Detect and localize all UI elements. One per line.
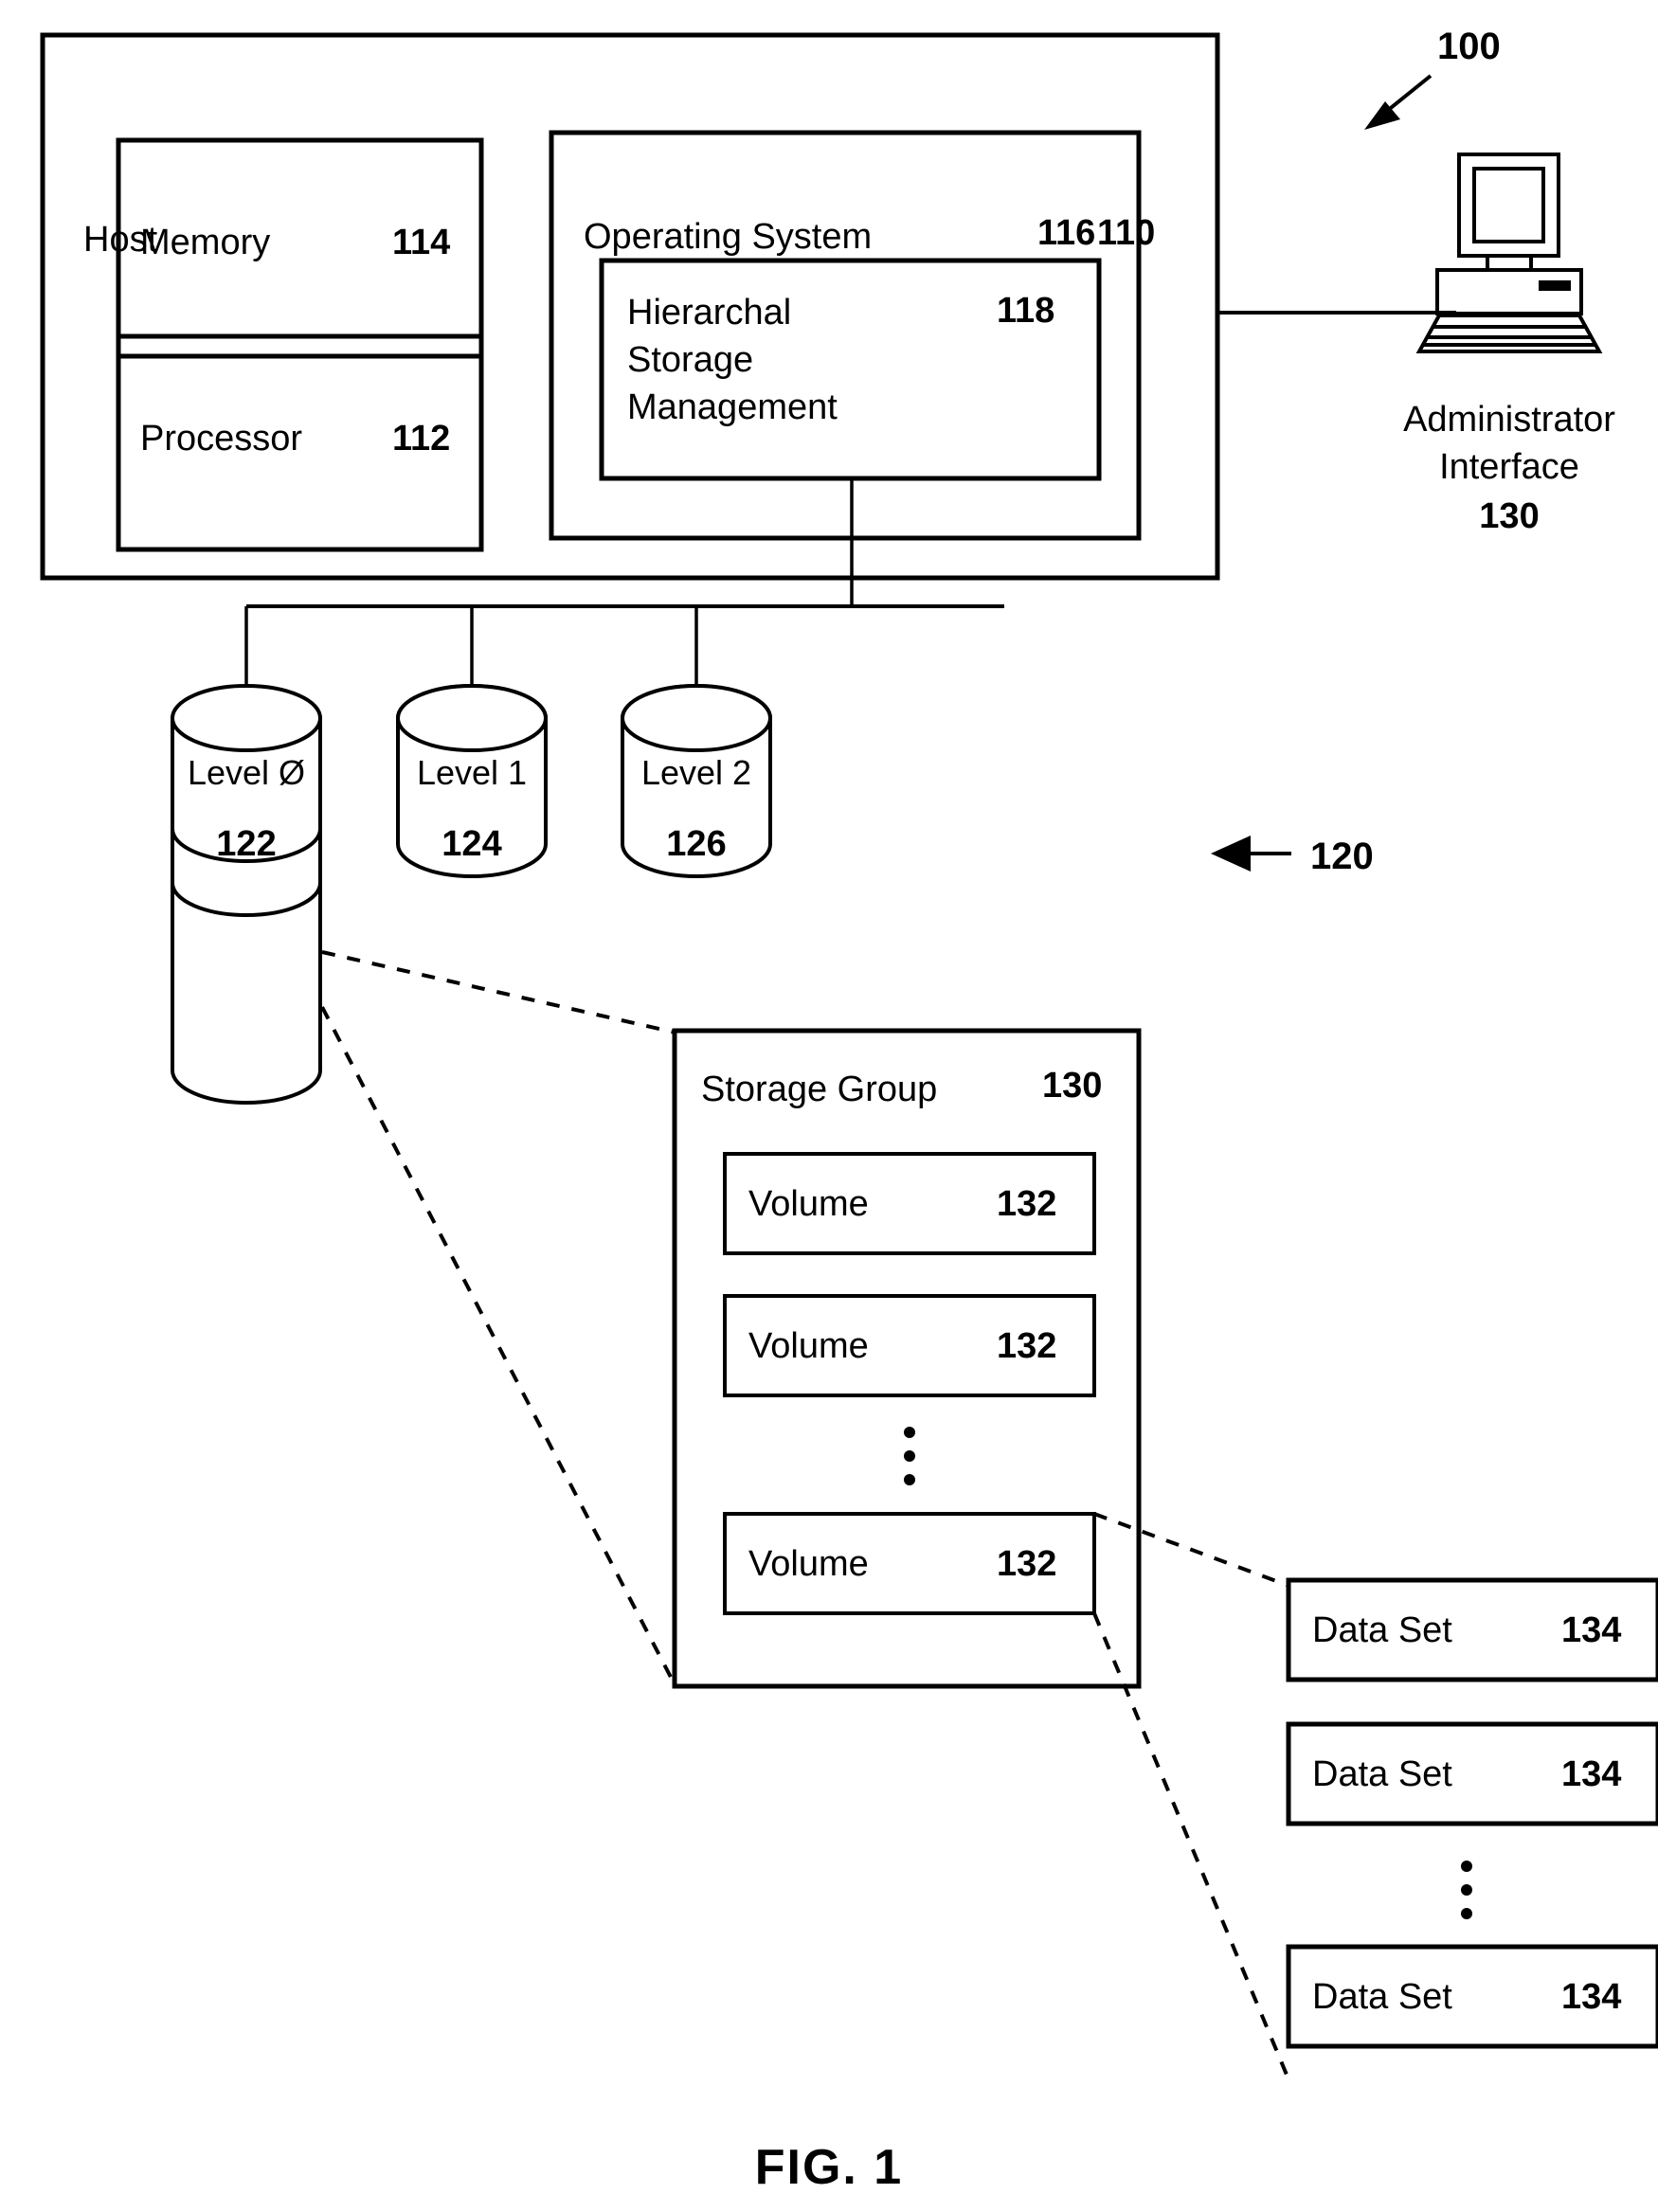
dataset-leader-lower: [1092, 1612, 1289, 2076]
data-set-label-3: Data Set: [1312, 1977, 1452, 2017]
level-2-label: Level 2: [641, 753, 751, 792]
volume-ref-2: 132: [997, 1326, 1056, 1366]
data-set-list: Data Set 134 Data Set 134 Data Set 134: [1286, 1577, 1658, 2049]
level0-to-storage-group-leaders: [320, 950, 677, 1687]
volume-ref-3: 132: [997, 1544, 1056, 1584]
storage-bus-connector: [244, 478, 1004, 718]
admin-label-line1: Administrator: [1403, 400, 1615, 440]
admin-label-line2: Interface: [1439, 447, 1579, 487]
hierarchal-storage-management-block: Hierarchal Storage Management 118: [599, 258, 1102, 481]
data-set-row: Data Set 134: [1286, 1944, 1658, 2049]
leader-lower: [320, 1006, 677, 1687]
memory-label: Memory: [140, 223, 270, 262]
storage-level-1: Level 1 124: [396, 684, 548, 878]
data-set-row: Data Set 134: [1286, 1721, 1658, 1826]
storage-hierarchy-ref: 120: [1310, 836, 1374, 877]
desktop-computer-icon: [1415, 153, 1603, 353]
volume-row: Volume 132: [723, 1152, 1096, 1255]
patent-figure-1: Host 110 Memory 114 Processor 112 Operat…: [0, 0, 1658, 2212]
level-1-label: Level 1: [417, 753, 527, 792]
volume-row: Volume 132: [723, 1512, 1096, 1615]
volume-row: Volume 132: [723, 1294, 1096, 1397]
data-set-row: Data Set 134: [1286, 1577, 1658, 1682]
system-ref-arrow: 100: [1364, 26, 1501, 130]
level-0-ref: 122: [216, 824, 276, 864]
data-set-ref-1: 134: [1561, 1610, 1621, 1650]
data-set-ref-3: 134: [1561, 1977, 1621, 2017]
hsm-line2: Storage: [627, 340, 753, 380]
storage-group-block: Storage Group 130 Volume 132 Volume 132: [672, 1028, 1142, 1689]
volume-label-1: Volume: [748, 1184, 869, 1224]
leader-upper: [321, 950, 676, 1034]
data-set-label-2: Data Set: [1312, 1754, 1452, 1794]
volume-list-ellipsis: [904, 1427, 915, 1485]
operating-system-label: Operating System: [584, 217, 872, 257]
memory-ref: 114: [392, 223, 450, 262]
hsm-line3: Management: [627, 387, 838, 427]
data-set-label-1: Data Set: [1312, 1610, 1452, 1650]
storage-group-boundary: [672, 1028, 1142, 1689]
level-2-ref: 126: [666, 824, 726, 864]
admin-ref: 130: [1479, 496, 1539, 536]
processor-ref: 112: [392, 419, 450, 459]
processor-label: Processor: [140, 419, 302, 459]
administrator-interface-block: Administrator Interface 130: [1403, 153, 1615, 536]
volume-to-dataset-leaders: [1092, 1512, 1289, 2076]
figure-caption: FIG. 1: [755, 2140, 903, 2195]
processor-block: Processor 112: [116, 333, 484, 552]
operating-system-ref: 116: [1037, 213, 1095, 253]
storage-level-2: Level 2 126: [621, 684, 772, 878]
level-0-label: Level Ø: [188, 753, 305, 792]
volume-ref-1: 132: [997, 1184, 1056, 1224]
dataset-leader-upper: [1093, 1512, 1288, 1587]
storage-level-0: Level Ø 122: [171, 684, 322, 1105]
host-ref: 110: [1097, 213, 1155, 253]
hsm-ref: 118: [997, 291, 1054, 331]
hsm-line1: Hierarchal: [627, 293, 791, 333]
level-1-ref: 124: [442, 824, 501, 864]
data-set-ref-2: 134: [1561, 1754, 1621, 1794]
storage-group-title: Storage Group: [701, 1070, 937, 1109]
memory-block: Memory 114: [116, 137, 484, 359]
volume-label-2: Volume: [748, 1326, 869, 1366]
data-set-list-ellipsis: [1461, 1861, 1472, 1919]
storage-group-ref: 130: [1042, 1066, 1102, 1106]
system-ref-label: 100: [1437, 26, 1501, 67]
volume-label-3: Volume: [748, 1544, 869, 1584]
storage-hierarchy-ref-arrow: 120: [1211, 836, 1374, 877]
